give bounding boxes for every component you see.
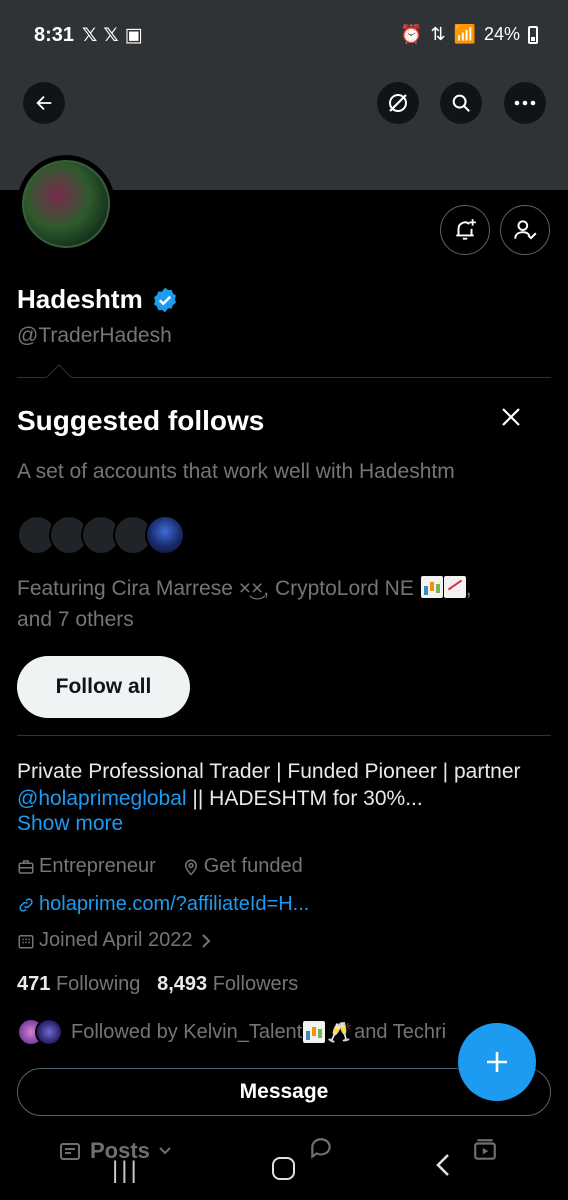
battery-percent: 24% [483, 24, 520, 44]
featuring-others: and 7 others [17, 608, 134, 631]
x-logo-icon: 𝕏 [82, 25, 104, 46]
featuring-mid: , CryptoLord NE [263, 577, 420, 600]
avatar-image [22, 160, 110, 248]
follow-counts: 471 Following 8,493 Followers [17, 973, 298, 996]
featuring-suffix: , [465, 577, 472, 600]
status-bar: 8:31 𝕏𝕏▣ ⏰ ⇅ 📶 24% [0, 0, 568, 70]
verified-badge-icon[interactable] [151, 286, 179, 314]
followers-label: Followers [212, 973, 299, 995]
follow-all-button[interactable]: Follow all [17, 656, 190, 718]
bio-text: Private Professional Trader | Funded Pio… [17, 760, 521, 783]
x-logo-icon: 𝕏 [103, 25, 125, 46]
following-label: Following [55, 973, 141, 995]
data-transfer-icon: ⇅ [430, 24, 446, 44]
followers-count-link[interactable]: 8,493 Followers [157, 973, 298, 995]
notifications-button[interactable] [440, 205, 490, 255]
signal-icon: 📶 [453, 24, 476, 44]
alarm-icon: ⏰ [400, 24, 423, 44]
featuring-text: Featuring Cira Marrese ×͜×, CryptoLord N… [17, 573, 537, 635]
posts-icon [60, 1143, 80, 1160]
status-right: ⏰ ⇅ 📶 24% [400, 24, 538, 45]
link-icon [19, 897, 33, 912]
notification-icons: 𝕏𝕏▣ [82, 24, 149, 47]
compose-post-button[interactable] [458, 1023, 536, 1101]
featuring-emoji: ×͜× [238, 577, 264, 600]
following-button[interactable] [500, 205, 550, 255]
chevron-down-icon [159, 1147, 171, 1155]
image-icon: ▣ [124, 25, 149, 46]
profile-website-row[interactable]: holaprime.com/?affiliateId=H... [17, 893, 309, 916]
plus-icon [487, 1052, 507, 1072]
more-button[interactable] [504, 82, 546, 124]
section-divider [17, 735, 551, 736]
following-count-link[interactable]: 471 Following [17, 973, 140, 995]
bio-text-tail: || HADESHTM for 30%... [186, 787, 423, 810]
tab-media[interactable] [472, 1137, 498, 1168]
user-handle: @TraderHadesh [17, 324, 172, 347]
followed-by-row[interactable]: Followed by Kelvin_Talent 🥂 and Techri [17, 1018, 446, 1046]
profile-joined-row[interactable]: Joined April 2022 [17, 929, 212, 952]
home-button[interactable] [272, 1157, 295, 1180]
bar-chart-emoji-icon [303, 1021, 326, 1043]
clinking-glasses-emoji-icon: 🥂 [327, 1021, 353, 1044]
tab-replies[interactable] [308, 1135, 334, 1166]
followers-count: 8,493 [157, 973, 208, 995]
more-horizontal-icon [514, 100, 536, 106]
profile-location: Get funded [203, 855, 303, 877]
status-time: 8:31 [34, 24, 75, 46]
profile-joined-date: Joined April 2022 [39, 929, 193, 951]
search-icon [452, 94, 470, 112]
profile-website-link[interactable]: holaprime.com/?affiliateId=H... [39, 893, 309, 916]
video-icon [474, 1139, 496, 1160]
bar-chart-emoji-icon [420, 576, 443, 598]
suggested-follows-title: Suggested follows [17, 405, 265, 436]
avatar [35, 1018, 63, 1046]
profile-meta-row: Entrepreneur Get funded [17, 855, 303, 878]
profile-avatar[interactable] [17, 155, 115, 253]
recent-apps-button[interactable]: ||| [112, 1157, 140, 1185]
calendar-icon [18, 934, 34, 948]
grok-button[interactable] [377, 82, 419, 124]
show-more-link[interactable]: Show more [17, 812, 123, 836]
chevron-right-icon [202, 933, 211, 948]
bio-mention-link[interactable]: @holaprimeglobal [17, 787, 187, 810]
back-button[interactable] [23, 82, 65, 124]
suggested-follows-subtitle: A set of accounts that work well with Ha… [17, 460, 455, 483]
suggestion-pointer [46, 364, 72, 390]
grok-icon [389, 94, 407, 112]
profile-bio: Private Professional Trader | Funded Pio… [17, 758, 547, 812]
close-suggestions-button[interactable] [500, 404, 522, 434]
chart-increasing-emoji-icon [443, 576, 466, 598]
bell-plus-icon [456, 219, 476, 240]
user-check-icon [514, 220, 537, 240]
followed-by-text: Followed by Kelvin_Talent [71, 1020, 303, 1043]
reply-bubble-icon [311, 1138, 331, 1159]
followed-by-tail: and Techri [354, 1020, 447, 1043]
recent-apps-icon: ||| [112, 1157, 140, 1184]
system-back-button[interactable] [434, 1150, 452, 1187]
briefcase-icon [18, 859, 34, 874]
section-divider [17, 377, 551, 378]
avatar [145, 515, 185, 555]
display-name: Hadeshtm [17, 284, 143, 314]
back-arrow-icon [36, 95, 52, 111]
following-count: 471 [17, 973, 51, 995]
search-button[interactable] [440, 82, 482, 124]
close-icon [502, 408, 520, 426]
location-pin-icon [184, 859, 197, 876]
featuring-prefix: Featuring Cira Marrese [17, 577, 239, 600]
chevron-left-icon [436, 1154, 449, 1176]
name-row: Hadeshtm [17, 284, 179, 315]
profile-category: Entrepreneur [39, 855, 156, 877]
battery-icon [528, 25, 538, 44]
